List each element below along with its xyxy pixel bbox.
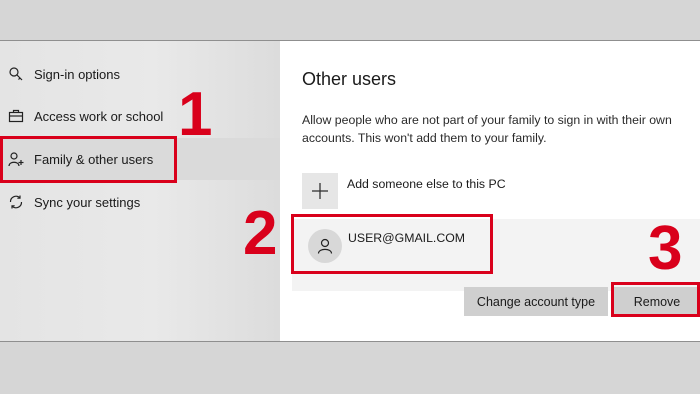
plus-icon — [302, 173, 338, 209]
user-icon — [316, 237, 334, 255]
sync-icon — [6, 192, 26, 212]
step-number-1: 1 — [178, 80, 213, 149]
change-account-type-button[interactable]: Change account type — [464, 287, 608, 316]
main-panel: Other users Allow people who are not par… — [280, 41, 700, 341]
user-email: USER@GMAIL.COM — [348, 231, 466, 245]
briefcase-icon — [6, 106, 26, 126]
sidebar-item-family-other-users[interactable]: Family & other users — [0, 138, 280, 180]
page-title: Other users — [302, 69, 397, 89]
step-number-3: 3 — [648, 214, 683, 283]
add-user-label: Add someone else to this PC — [347, 177, 506, 191]
user-account-item[interactable]: USER@GMAIL.COM — [292, 219, 700, 291]
avatar — [308, 229, 342, 263]
sidebar-item-label: Access work or school — [34, 108, 164, 124]
sidebar-item-sign-in-options[interactable]: Sign-in options — [0, 53, 280, 95]
description-text: Allow people who are not part of your fa… — [302, 113, 672, 145]
remove-button[interactable]: Remove — [614, 287, 700, 316]
sidebar-item-label: Family & other users — [34, 151, 154, 167]
key-icon — [6, 64, 26, 84]
sidebar-item-label: Sync your settings — [34, 194, 141, 210]
person-add-icon — [6, 149, 26, 169]
settings-window: Sign-in options Access work or school Fa… — [0, 40, 700, 342]
sidebar: Sign-in options Access work or school Fa… — [0, 41, 280, 341]
sidebar-item-label: Sign-in options — [34, 66, 120, 82]
add-user-button[interactable]: Add someone else to this PC — [302, 173, 506, 211]
sidebar-item-access-work[interactable]: Access work or school — [0, 95, 280, 137]
sidebar-item-sync-settings[interactable]: Sync your settings — [0, 181, 280, 223]
step-number-2: 2 — [243, 199, 278, 268]
